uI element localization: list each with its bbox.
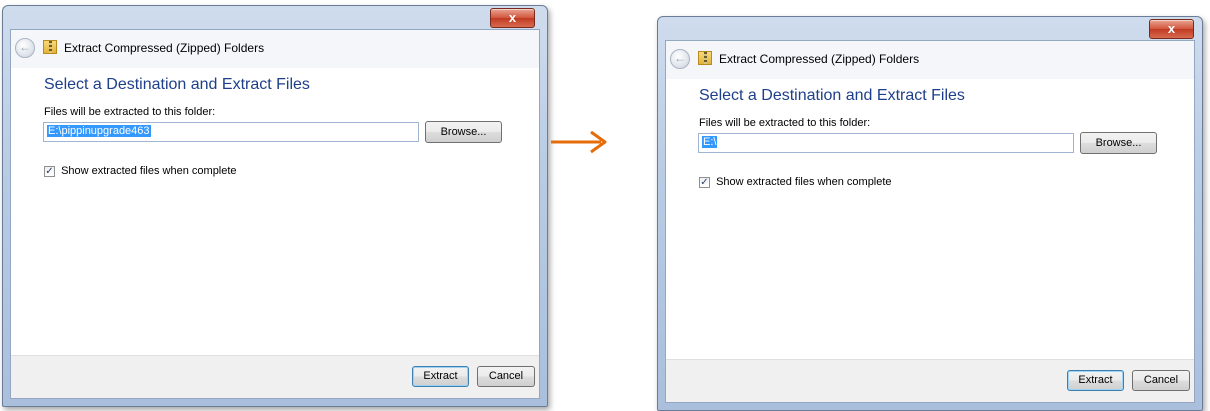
cancel-button[interactable]: Cancel	[1132, 370, 1190, 391]
destination-label: Files will be extracted to this folder:	[699, 117, 871, 129]
selected-path-text: E:\pippinupgrade463	[47, 125, 151, 137]
transition-arrow-icon	[551, 130, 607, 154]
cancel-button[interactable]: Cancel	[477, 366, 535, 387]
dialog-client-area: ← Extract Compressed (Zipped) Folders Se…	[10, 29, 540, 399]
dialog-header: ← Extract Compressed (Zipped) Folders	[11, 30, 539, 68]
destination-path-input[interactable]: E:\pippinupgrade463	[43, 122, 419, 142]
dialog-footer: Extract Cancel	[11, 355, 539, 398]
dialog-header: ← Extract Compressed (Zipped) Folders	[666, 41, 1194, 79]
zip-folder-icon	[698, 51, 712, 65]
extract-dialog-after: x ← Extract Compressed (Zipped) Folders …	[657, 16, 1203, 411]
main-instruction: Select a Destination and Extract Files	[699, 87, 965, 104]
destination-label: Files will be extracted to this folder:	[44, 106, 216, 118]
extract-dialog-before: x ← Extract Compressed (Zipped) Folders …	[2, 5, 548, 407]
back-arrow-icon[interactable]: ←	[670, 49, 690, 69]
zip-folder-icon	[43, 40, 57, 54]
show-files-checkbox[interactable]: ✓	[699, 176, 710, 188]
dialog-content: Select a Destination and Extract Files F…	[11, 68, 539, 356]
dialog-footer: Extract Cancel	[666, 359, 1194, 402]
browse-button[interactable]: Browse...	[1080, 132, 1157, 154]
show-files-label: Show extracted files when complete	[61, 165, 237, 178]
show-files-option[interactable]: ✓ Show extracted files when complete	[44, 165, 237, 177]
close-button[interactable]: x	[490, 8, 535, 28]
window-title: Extract Compressed (Zipped) Folders	[719, 52, 920, 66]
show-files-checkbox[interactable]: ✓	[44, 165, 55, 177]
selected-path-text: E:\	[702, 136, 718, 148]
extract-button[interactable]: Extract	[1067, 370, 1124, 391]
browse-button[interactable]: Browse...	[425, 121, 502, 143]
window-title: Extract Compressed (Zipped) Folders	[64, 41, 265, 55]
close-button[interactable]: x	[1149, 19, 1194, 39]
destination-path-input[interactable]: E:\	[698, 133, 1074, 153]
dialog-client-area: ← Extract Compressed (Zipped) Folders Se…	[665, 40, 1195, 403]
back-arrow-icon[interactable]: ←	[15, 38, 35, 58]
main-instruction: Select a Destination and Extract Files	[44, 76, 310, 93]
show-files-option[interactable]: ✓ Show extracted files when complete	[699, 176, 892, 188]
extract-button[interactable]: Extract	[412, 366, 469, 387]
show-files-label: Show extracted files when complete	[716, 176, 892, 189]
dialog-content: Select a Destination and Extract Files F…	[666, 79, 1194, 360]
